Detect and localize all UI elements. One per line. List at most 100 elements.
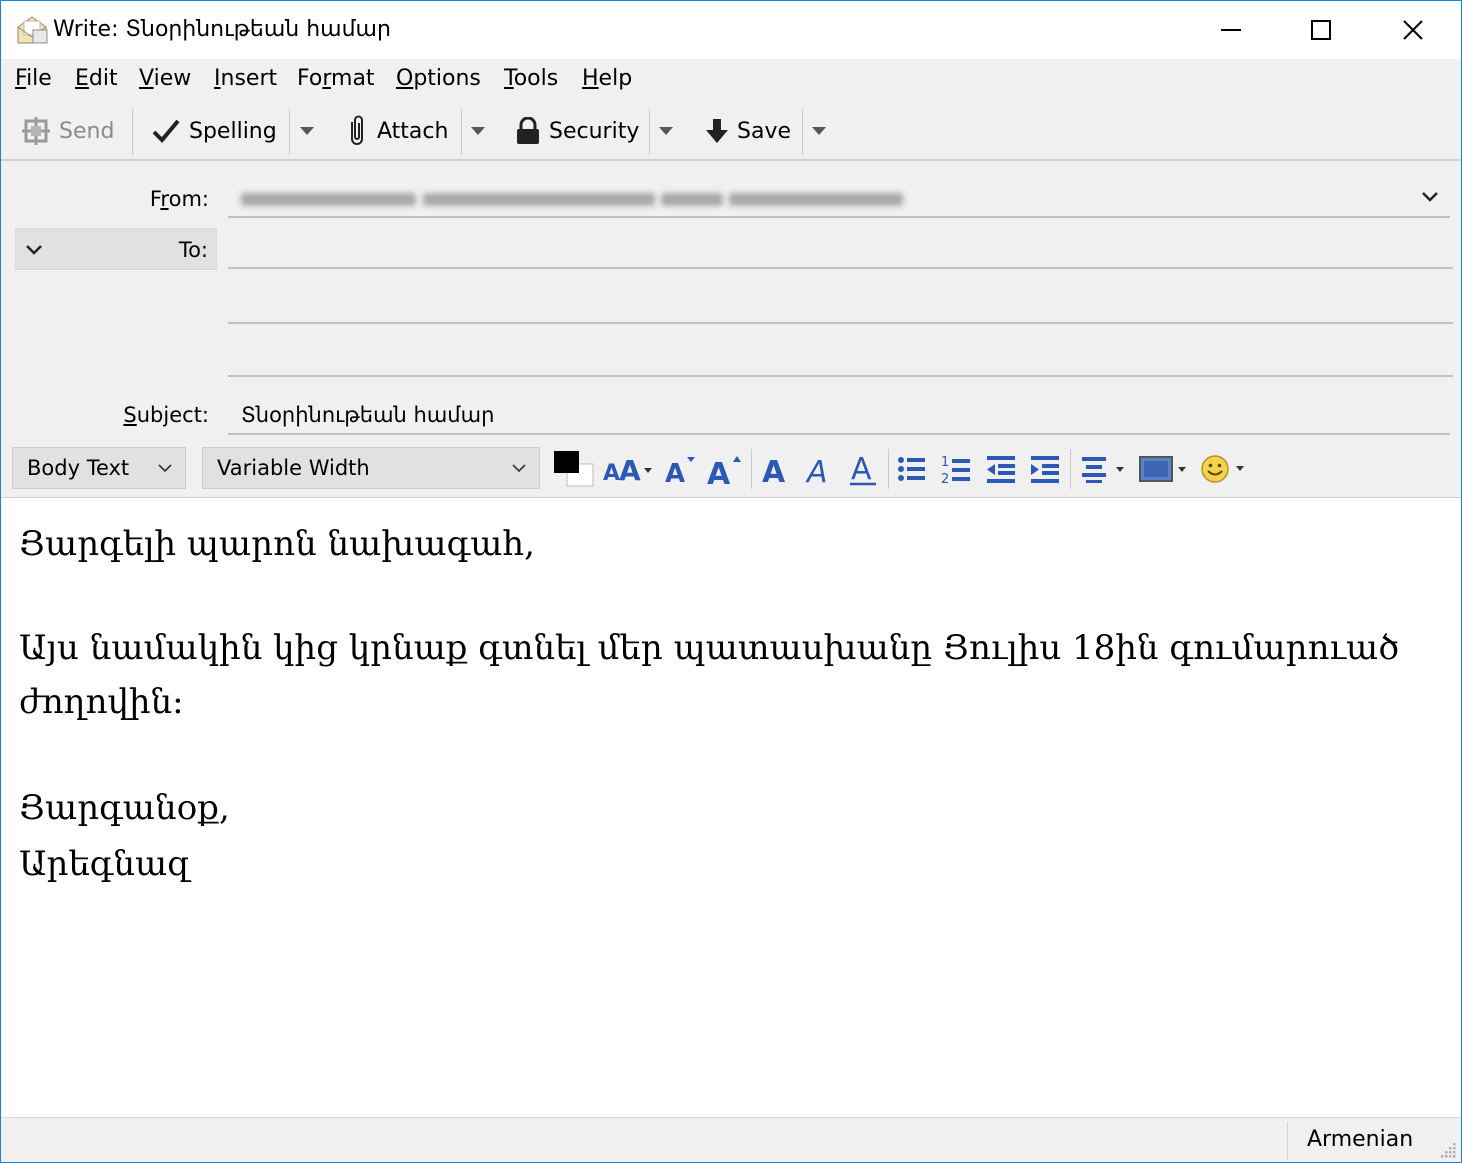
svg-text:A: A xyxy=(805,455,828,486)
status-bar: Armenian xyxy=(1,1117,1461,1162)
menu-insert[interactable]: Insert xyxy=(214,65,277,93)
to-label: To: xyxy=(178,238,208,262)
triangle-down-icon xyxy=(659,127,673,135)
menu-help[interactable]: Help xyxy=(582,65,632,93)
recipient-field-3[interactable] xyxy=(228,375,1453,377)
chevron-down-icon xyxy=(24,239,44,259)
font-smaller-icon: A xyxy=(665,457,695,486)
svg-text:A: A xyxy=(762,455,786,486)
font-size-button[interactable]: A A xyxy=(603,451,655,487)
format-separator xyxy=(1070,449,1071,489)
message-line: ժողովին: xyxy=(19,682,184,722)
maximize-button[interactable] xyxy=(1275,1,1367,59)
menu-tools[interactable]: Tools xyxy=(504,65,558,93)
subject-label: Subject: xyxy=(123,403,209,427)
save-button[interactable]: Save xyxy=(705,109,791,153)
underline-button[interactable]: A xyxy=(847,451,879,487)
attach-dropdown[interactable] xyxy=(468,119,488,143)
color-swatch-icon xyxy=(554,451,594,487)
numbered-list-button[interactable]: 1 2 xyxy=(939,451,973,487)
bold-button[interactable]: A xyxy=(759,451,791,487)
indent-icon xyxy=(1031,456,1059,483)
svg-text:A: A xyxy=(707,457,731,486)
toolbar-separator xyxy=(802,109,803,155)
decrease-font-size-button[interactable]: A xyxy=(663,451,697,487)
spelling-dropdown[interactable] xyxy=(297,119,317,143)
compose-window: Write: Տնօրինութեան համար File Edit View… xyxy=(0,0,1462,1163)
from-identity-redacted[interactable] xyxy=(241,187,903,211)
message-line: Յարգանօք, xyxy=(19,788,230,828)
numbered-list-icon: 1 2 xyxy=(941,455,970,485)
insert-smiley-button[interactable] xyxy=(1197,451,1251,487)
send-icon xyxy=(22,117,50,145)
insert-image-button[interactable] xyxy=(1135,451,1191,487)
italic-icon: A xyxy=(805,455,828,486)
paragraph-style-select[interactable]: Body Text xyxy=(12,447,186,489)
svg-text:1: 1 xyxy=(941,455,949,470)
checkmark-icon xyxy=(152,119,180,143)
recipient-type-selector[interactable]: To: xyxy=(15,228,217,270)
arrow-down-save-icon xyxy=(706,119,728,143)
attach-button[interactable]: Attach xyxy=(345,109,448,153)
toolbar-divider xyxy=(1,159,1461,161)
alignment-button[interactable] xyxy=(1077,451,1129,487)
svg-text:A: A xyxy=(665,459,685,486)
svg-text:A: A xyxy=(851,452,872,487)
decrease-indent-button[interactable] xyxy=(983,451,1019,487)
svg-text:2: 2 xyxy=(941,472,949,485)
to-field-input[interactable] xyxy=(228,267,1453,269)
from-field-underline xyxy=(228,216,1450,218)
font-select[interactable]: Variable Width xyxy=(202,447,540,489)
align-text-icon xyxy=(1082,457,1124,483)
bulleted-list-icon xyxy=(898,457,925,481)
subject-field-underline xyxy=(228,433,1450,435)
menu-view[interactable]: View xyxy=(139,65,191,93)
italic-button[interactable]: A xyxy=(803,451,835,487)
minimize-button[interactable] xyxy=(1185,1,1277,59)
outdent-icon xyxy=(987,456,1015,483)
security-button[interactable]: Security xyxy=(515,109,639,153)
toolbar-separator xyxy=(461,109,462,155)
spellcheck-language[interactable]: Armenian xyxy=(1307,1126,1413,1154)
bulleted-list-button[interactable] xyxy=(895,451,929,487)
from-label: From: xyxy=(149,187,209,211)
menu-file[interactable]: File xyxy=(15,65,52,93)
from-chevron-down-icon[interactable] xyxy=(1419,185,1441,207)
envelope-app-icon xyxy=(15,13,49,47)
increase-font-size-button[interactable]: A xyxy=(705,451,743,487)
minimize-icon xyxy=(1221,29,1241,31)
triangle-down-icon xyxy=(300,127,314,135)
recipient-field-2[interactable] xyxy=(228,322,1453,324)
triangle-down-icon xyxy=(471,127,485,135)
close-button[interactable] xyxy=(1367,1,1459,59)
font-larger-icon: A xyxy=(707,456,741,486)
menu-options[interactable]: Options xyxy=(396,65,481,93)
send-button[interactable]: Send xyxy=(21,109,114,153)
format-separator xyxy=(888,449,889,489)
spelling-button[interactable]: Spelling xyxy=(151,109,277,153)
triangle-down-icon xyxy=(812,127,826,135)
smiley-icon xyxy=(1201,455,1244,483)
subject-input[interactable]: Տնօրինութեան համար xyxy=(241,401,494,429)
increase-indent-button[interactable] xyxy=(1027,451,1063,487)
message-line: Յարգելի պարոն նախագահ, xyxy=(19,524,535,564)
underline-icon: A xyxy=(850,452,876,487)
chevron-down-icon xyxy=(145,463,185,473)
message-body-editor[interactable]: Յարգելի պարոն նախագահ, Այս նամակին կից կ… xyxy=(1,497,1461,1118)
security-dropdown[interactable] xyxy=(656,119,676,143)
font-size-icon: A A xyxy=(603,454,652,486)
paperclip-icon xyxy=(351,115,363,145)
menu-format[interactable]: Format xyxy=(297,65,375,93)
save-dropdown[interactable] xyxy=(809,119,829,143)
bold-icon: A xyxy=(762,455,786,486)
status-divider xyxy=(1287,1122,1288,1160)
message-line: Արեգնազ xyxy=(19,844,191,884)
title-bar: Write: Տնօրինութեան համար xyxy=(1,1,1461,59)
text-color-picker[interactable] xyxy=(553,451,595,487)
menu-bar: File Edit View Insert Format Options Too… xyxy=(1,59,1461,99)
menu-edit[interactable]: Edit xyxy=(75,65,118,93)
resize-grip-icon[interactable] xyxy=(1439,1141,1457,1159)
svg-text:A: A xyxy=(619,454,641,486)
svg-text:A: A xyxy=(603,461,620,486)
message-line: Այս նամակին կից կրնաք գտնել մեր պատասխան… xyxy=(19,628,1400,668)
